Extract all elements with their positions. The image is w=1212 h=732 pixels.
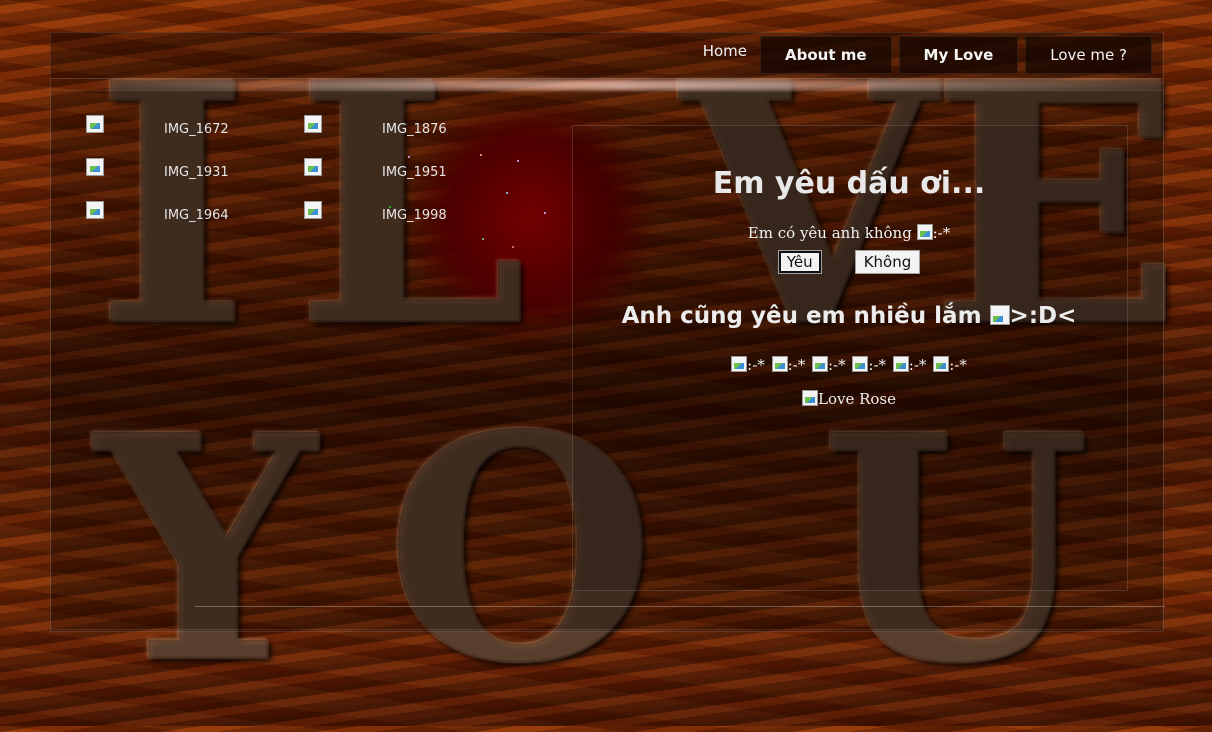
gallery-item-name: IMG_1964 xyxy=(164,208,229,223)
broken-image-icon xyxy=(86,158,104,176)
kiss-emoticon: :-* xyxy=(892,356,927,374)
broken-image-icon xyxy=(304,158,322,176)
gallery-item-name: IMG_1876 xyxy=(382,122,447,137)
smiley-row: :-* :-* :-* :-* :-* :-* xyxy=(572,356,1126,374)
footer-divider xyxy=(195,606,1165,607)
gallery-item[interactable]: IMG_1998 xyxy=(304,201,504,231)
kiss-emoticon-icon xyxy=(731,356,748,372)
gallery-item[interactable]: IMG_1876 xyxy=(304,115,504,145)
nav-love-me-tab[interactable]: Love me ? xyxy=(1025,36,1152,74)
gallery-item-name: IMG_1931 xyxy=(164,165,229,180)
kiss-emoticon-icon xyxy=(771,356,788,372)
question-emoticon-alt: :-* xyxy=(932,224,951,242)
answer-buttons: Yêu Không xyxy=(572,250,1126,274)
kiss-emoticon: :-* xyxy=(771,356,806,374)
gallery-item[interactable]: IMG_1672 xyxy=(86,115,286,145)
hug-emoticon-icon xyxy=(989,305,1010,325)
kiss-emoticon-icon xyxy=(811,356,828,372)
yes-button[interactable]: Yêu xyxy=(777,250,822,274)
sparkle xyxy=(517,160,519,162)
gallery-item[interactable]: IMG_1964 xyxy=(86,201,286,231)
kiss-emoticon: :-* xyxy=(731,356,765,374)
kiss-emoticon: :-* xyxy=(933,356,967,374)
rose-image: Love Rose xyxy=(572,390,1126,408)
broken-image-icon xyxy=(304,201,322,219)
emoticon-alt: :-* xyxy=(827,356,846,374)
main-nav: Home About me My Love Love me ? xyxy=(703,36,1152,74)
no-button[interactable]: Không xyxy=(854,250,921,274)
page-title: Em yêu dấu ơi... xyxy=(712,166,986,201)
emoticon-alt: :-* xyxy=(949,356,967,374)
gallery-item-name: IMG_1998 xyxy=(382,208,447,223)
sparkle xyxy=(512,246,514,248)
emoticon-alt: :-* xyxy=(868,356,887,374)
nav-about-tab[interactable]: About me xyxy=(760,36,892,74)
kiss-emoticon: :-* xyxy=(811,356,846,374)
kiss-emoticon-icon xyxy=(852,356,869,372)
emoticon-alt: :-* xyxy=(747,356,765,374)
sparkle xyxy=(544,212,546,214)
nav-home-link[interactable]: Home xyxy=(703,42,747,60)
kiss-emoticon: :-* xyxy=(852,356,886,374)
sparkle xyxy=(506,192,508,194)
question-line: Em có yêu anh không :-* xyxy=(572,224,1126,242)
gallery-item[interactable]: IMG_1951 xyxy=(304,158,504,188)
emoticon-alt: :-* xyxy=(787,356,806,374)
question-text: Em có yêu anh không xyxy=(747,224,912,242)
gallery-item[interactable]: IMG_1931 xyxy=(86,158,286,188)
sparkle xyxy=(482,238,484,240)
emoticon-alt: :-* xyxy=(908,356,927,374)
nav-my-love-tab[interactable]: My Love xyxy=(898,36,1019,74)
kiss-emoticon-icon xyxy=(916,224,933,240)
gallery-item-name: IMG_1951 xyxy=(382,165,447,180)
answer-emoticon-alt: >:D< xyxy=(1009,303,1077,329)
answer-text: Anh cũng yêu em nhiều lắm xyxy=(621,303,982,329)
sparkle xyxy=(480,154,482,156)
kiss-emoticon-icon xyxy=(933,356,950,372)
kiss-emoticon-icon xyxy=(892,356,909,372)
broken-image-icon xyxy=(304,115,322,133)
broken-image-icon xyxy=(86,201,104,219)
header-glow xyxy=(80,80,1160,90)
rose-alt-text: Love Rose xyxy=(817,390,896,408)
rose-image-icon xyxy=(801,390,818,406)
broken-image-icon xyxy=(86,115,104,133)
gallery-item-name: IMG_1672 xyxy=(164,122,229,137)
answer-line: Anh cũng yêu em nhiều lắm >:D< xyxy=(572,303,1126,329)
